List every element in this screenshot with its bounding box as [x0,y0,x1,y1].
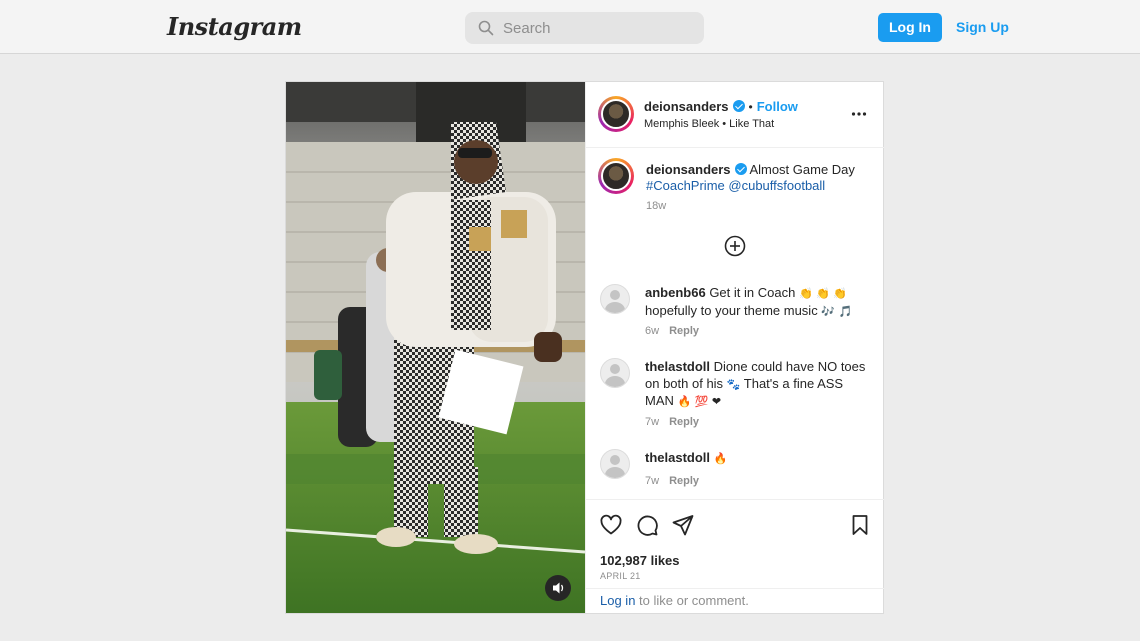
follow-button[interactable]: Follow [757,99,798,114]
mute-toggle[interactable] [545,575,571,601]
fire-emoji: 🔥 [713,452,728,465]
author-line: deionsanders • Follow [644,98,798,116]
caption-hashtag[interactable]: #CoachPrime [646,178,725,193]
reply-button[interactable]: Reply [669,416,699,428]
login-link[interactable]: Log in [600,593,635,608]
post-video[interactable] [286,82,585,613]
share-icon[interactable] [671,513,695,537]
comment-text: Get it in Coach [709,285,796,300]
music-emoji: 🎶 🎵 [821,304,853,318]
paws-emoji: 🐾 [726,377,741,391]
comment-username[interactable]: thelastdoll [645,450,710,465]
verified-badge-icon [734,163,747,175]
caption-time: 18w [646,200,667,212]
search-icon [478,20,494,36]
comment-time: 7w [645,475,660,487]
post-header: deionsanders • Follow Memphis Bleek • Like… [586,82,884,148]
reply-button[interactable]: Reply [669,475,699,487]
search-box[interactable] [465,12,704,44]
commenter-avatar[interactable] [600,358,630,388]
post-details-panel: deionsanders • Follow Memphis Bleek • Like… [585,82,884,613]
save-bookmark-icon[interactable] [848,513,872,537]
clap-emoji: 👏 👏 👏 [798,287,848,300]
login-suffix: to like or comment. [639,593,749,608]
search-input[interactable] [503,18,693,38]
author-avatar[interactable] [598,96,634,132]
separator-dot: • [748,100,753,114]
post-photo [286,82,585,613]
caption-mention[interactable]: @cubuffsfootball [728,178,825,193]
verified-badge-icon [732,100,745,112]
speaker-icon [553,582,564,594]
comment-text-continued: hopefully to your theme music [645,302,818,318]
author-username[interactable]: deionsanders [644,99,729,114]
like-heart-icon[interactable] [599,513,623,537]
post-card: deionsanders • Follow Memphis Bleek • Like… [285,81,884,614]
audio-attribution[interactable]: Memphis Bleek • Like That [644,118,774,130]
caption-avatar[interactable] [598,158,634,194]
more-options-icon[interactable] [851,106,867,122]
reply-button[interactable]: Reply [669,325,699,337]
commenter-avatar[interactable] [600,449,630,479]
commenter-avatar[interactable] [600,284,630,314]
signup-link[interactable]: Sign Up [956,19,1009,35]
comment-meta: 6w Reply [645,325,699,337]
comment-icon[interactable] [635,513,659,537]
login-button[interactable]: Log In [878,13,942,42]
comment-item: thelastdoll 🔥 [645,450,875,468]
comment-item: anbenb66 Get it in Coach 👏 👏 👏 hopefully… [645,285,875,320]
fire-hundred-heart-emoji: 🔥 💯 ❤ [677,395,722,408]
post-date: APRIL 21 [600,571,641,581]
top-navigation-bar: Instagram Log In Sign Up [0,0,1140,54]
comment-time: 7w [645,416,660,428]
comment-time: 6w [645,325,660,337]
login-to-comment: Log in to like or comment. [586,588,884,614]
comment-username[interactable]: anbenb66 [645,285,706,300]
comment-meta: 7w Reply [645,416,699,428]
caption-text: Almost Game Day [749,162,855,177]
comment-item: thelastdoll Dione could have NO toes on … [645,359,875,411]
caption: deionsanders Almost Game Day #CoachPrime… [646,162,876,194]
caption-username[interactable]: deionsanders [646,162,731,177]
load-more-comments-icon[interactable] [724,235,746,257]
instagram-logo[interactable]: Instagram [167,12,302,41]
like-count[interactable]: 102,987 likes [600,553,680,568]
comment-username[interactable]: thelastdoll [645,359,710,374]
comment-meta: 7w Reply [645,475,699,487]
post-actions: 102,987 likes APRIL 21 Log in to like or… [586,499,884,613]
